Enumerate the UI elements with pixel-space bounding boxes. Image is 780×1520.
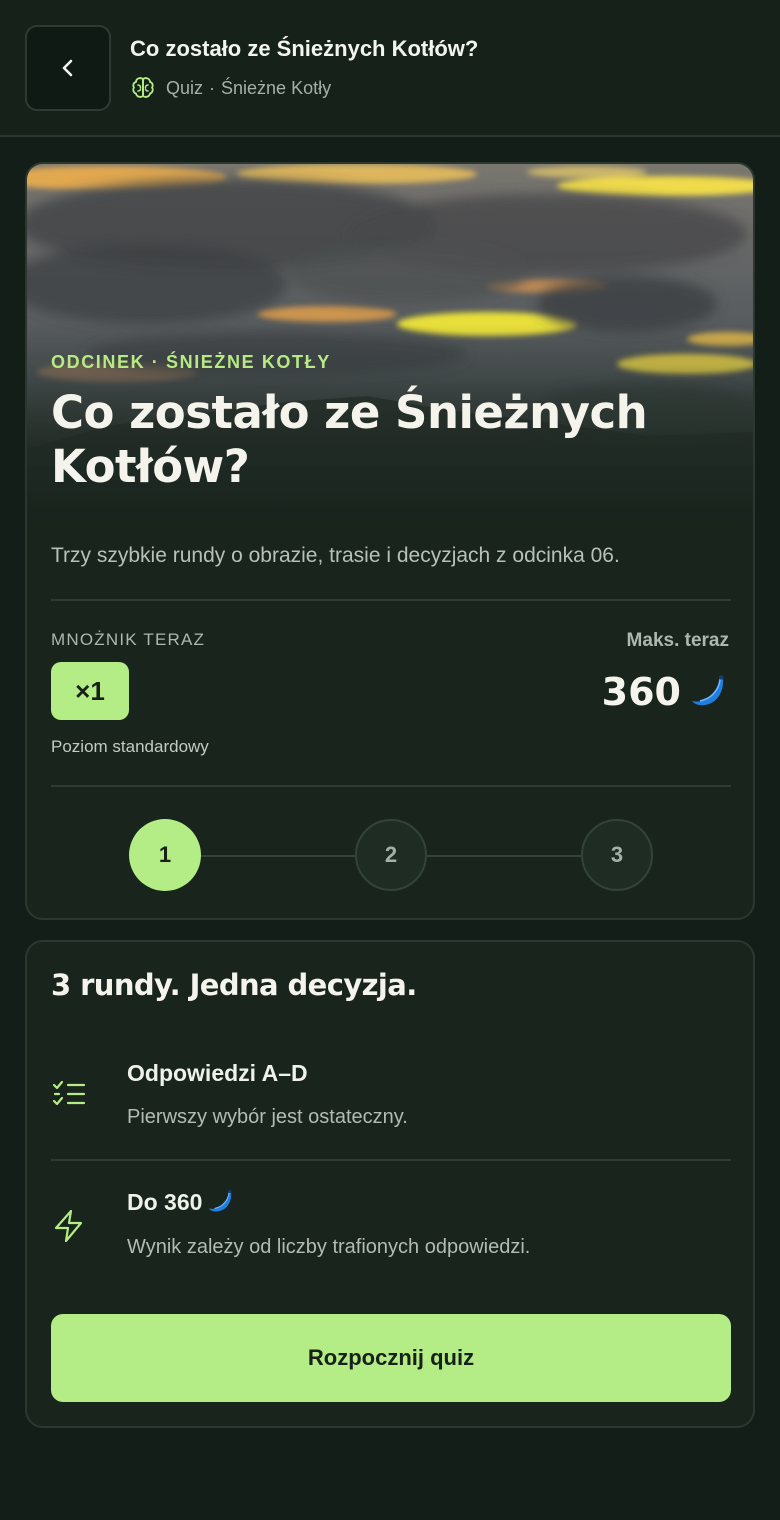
multiplier-label: MNOŻNIK TERAZ [51,630,206,649]
rule-score-description: Wynik zależy od liczby trafionych odpowi… [127,1236,531,1258]
breadcrumb: Quiz · Śnieżne Kotły [130,74,331,102]
round-step-1: 1 [129,819,201,891]
breadcrumb-type: Quiz [166,77,204,98]
back-button[interactable] [25,25,111,111]
step-connector [201,855,357,857]
divider [51,1159,731,1161]
quiz-hero-card: ODCINEK · ŚNIEŻNE KOTŁY Co zostało ze Śn… [25,162,755,920]
brain-icon [130,75,156,101]
round-step-2: 2 [355,819,427,891]
quiz-description: Trzy szybkie rundy o obrazie, trasie i d… [51,544,620,567]
rule-answers-description: Pierwszy wybór jest ostateczny. [127,1106,408,1128]
breadcrumb-separator: · [209,77,216,98]
rule-score-title-text: Do 360 [127,1188,203,1215]
banana-icon [689,674,729,710]
page-title: Co zostało ze Śnieżnych Kotłów? [130,36,479,61]
quiz-title: Co zostało ze Śnieżnych Kotłów? [51,386,648,493]
checklist-icon [52,1080,86,1106]
multiplier-badge: ×1 [51,662,129,720]
step-connector [427,855,583,857]
rule-answers-title: Odpowiedzi A–D [127,1059,308,1086]
start-quiz-button[interactable]: Rozpocznij quiz [51,1314,731,1402]
max-score-value: 360 [601,670,681,714]
max-score-label: Maks. teraz [626,630,729,651]
lightning-icon [54,1209,83,1243]
chevron-left-icon [62,59,73,77]
top-bar: Co zostało ze Śnieżnych Kotłów? Quiz · Ś… [0,0,780,137]
multiplier-level: Poziom standardowy [51,737,209,756]
rule-score-title: Do 360 [127,1186,236,1218]
round-step-3: 3 [581,819,653,891]
banana-icon [206,1189,236,1215]
quiz-rules-card: 3 rundy. Jedna decyzja. Odpowiedzi A–D P… [25,940,755,1428]
episode-kicker: ODCINEK · ŚNIEŻNE KOTŁY [51,352,331,372]
episode-cover-image: ODCINEK · ŚNIEŻNE KOTŁY Co zostało ze Śn… [27,164,753,518]
divider [51,599,731,601]
divider [51,785,731,787]
max-score: 360 [602,666,729,718]
rules-title: 3 rundy. Jedna decyzja. [51,968,417,1002]
breadcrumb-series: Śnieżne Kotły [221,77,332,98]
